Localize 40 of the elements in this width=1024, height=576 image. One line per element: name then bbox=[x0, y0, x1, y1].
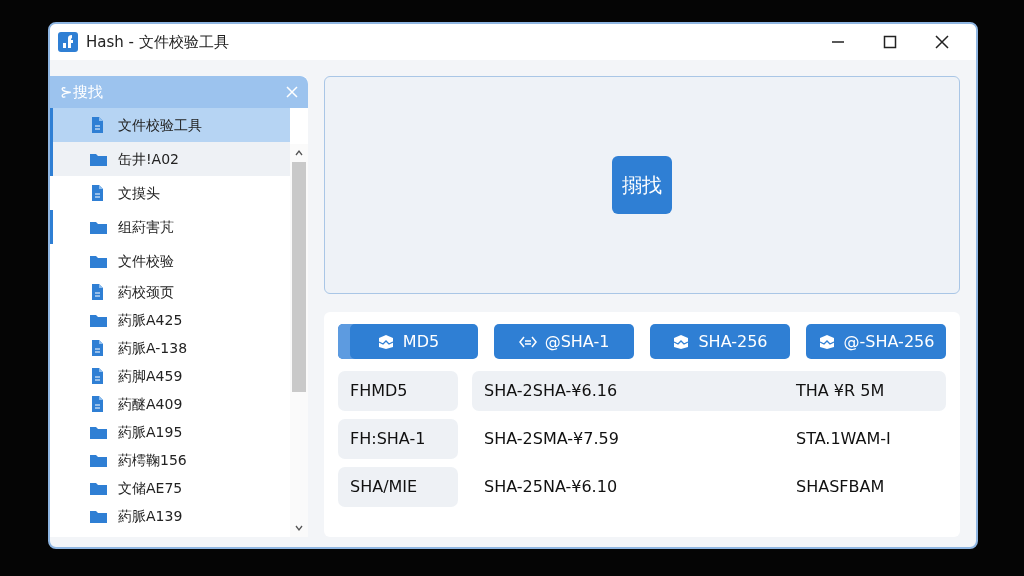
result-detail: THA ¥R 5M bbox=[796, 380, 885, 402]
box-icon bbox=[376, 332, 395, 351]
close-icon[interactable] bbox=[286, 86, 298, 98]
scroll-down-icon[interactable] bbox=[294, 523, 304, 533]
result-detail: SHASFBAM bbox=[796, 476, 885, 498]
search-label: ⊱搜找 bbox=[60, 81, 103, 103]
sidebar-item[interactable]: 葯脚A459 bbox=[50, 362, 290, 390]
sidebar-item[interactable]: 葯醚A409 bbox=[50, 390, 290, 418]
sidebar-item[interactable]: 葯校颈页 bbox=[50, 278, 290, 306]
result-value: SHA-2SHA-¥6.16 bbox=[484, 380, 619, 402]
scroll-up-icon[interactable] bbox=[294, 148, 304, 158]
sidebar-item[interactable]: 葯樗鞠156 bbox=[50, 446, 290, 474]
sidebar-item[interactable]: 文摸头 bbox=[50, 176, 290, 210]
box-icon bbox=[672, 332, 691, 351]
sidebar-item[interactable]: 葯脈A425 bbox=[50, 306, 290, 334]
sidebar-item[interactable]: 文件校验 bbox=[50, 244, 290, 278]
result-label: FHMD5 bbox=[338, 371, 458, 411]
sidebar-item[interactable]: 文储AE75 bbox=[50, 474, 290, 502]
algorithm-button[interactable]: @SHA-1 bbox=[494, 324, 634, 359]
result-detail: STA.1WAM-I bbox=[796, 428, 891, 450]
drop-area[interactable]: 搦找 bbox=[324, 76, 960, 294]
box-icon bbox=[817, 332, 836, 351]
maximize-icon bbox=[883, 35, 897, 49]
scrollbar[interactable] bbox=[290, 144, 308, 537]
sidebar-item[interactable]: 葯脈A139 bbox=[50, 502, 290, 530]
result-value: SHA-2SMA-¥7.59 bbox=[484, 428, 620, 450]
result-label: FH:SHA-1 bbox=[338, 419, 458, 459]
algorithm-button[interactable]: @-SHA-256 bbox=[806, 324, 946, 359]
sidebar-item[interactable]: 缶井!A02 bbox=[50, 142, 290, 176]
close-icon bbox=[935, 35, 949, 49]
window-title: Hash - 文件校验工具 bbox=[86, 31, 229, 53]
sidebar-item[interactable]: 葯脈A-138 bbox=[50, 334, 290, 362]
algorithm-button[interactable]: SHA-256 bbox=[650, 324, 790, 359]
result-value: SHA-25NA-¥6.10 bbox=[484, 476, 619, 498]
result-label: SHA/MIE bbox=[338, 467, 458, 507]
algorithm-button[interactable]: MD5 bbox=[338, 324, 478, 359]
sidebar-item[interactable]: 葯脈A195 bbox=[50, 418, 290, 446]
app-icon bbox=[58, 32, 78, 52]
sidebar-item[interactable]: 文件校验工具 bbox=[50, 108, 290, 142]
search-button[interactable]: 搦找 bbox=[612, 156, 672, 214]
